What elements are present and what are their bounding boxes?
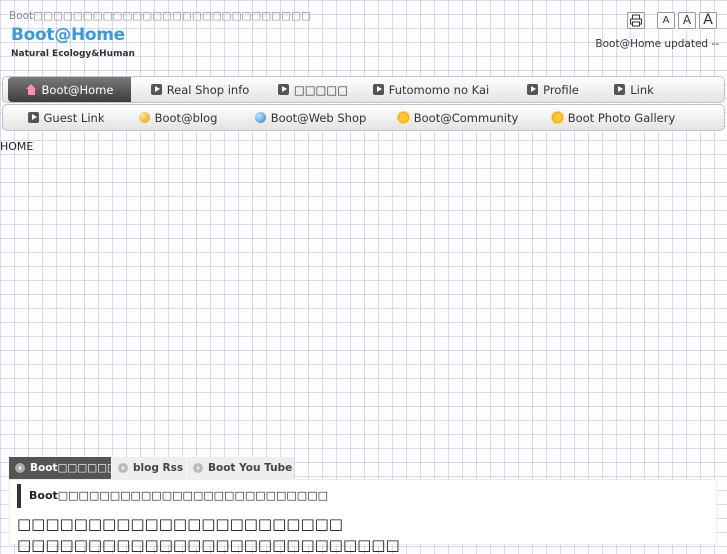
- play-icon: [150, 84, 162, 95]
- nav-item-boot-blog[interactable]: Boot@blog: [133, 105, 223, 130]
- play-icon: [527, 84, 539, 95]
- nav-item-real-shop-info[interactable]: Real Shop info: [141, 77, 259, 102]
- font-size-small-button[interactable]: A: [657, 12, 675, 29]
- site-tagline: Boot□□□□□□□□□□□□□□□□□□□□□□□□□□□□: [9, 10, 311, 22]
- play-circle-icon: [193, 463, 203, 473]
- nav-item-label: Boot@blog: [154, 110, 218, 125]
- play-circle-icon: [118, 463, 128, 473]
- nav-item-label: Guest Link: [43, 110, 105, 125]
- play-icon: [372, 84, 384, 95]
- site-subtitle: Natural Ecology&Human: [11, 49, 135, 59]
- tab-boot-news[interactable]: Boot□□□□□□□□: [9, 457, 137, 479]
- main-nav-row-1: Boot@Home Real Shop info □□□□□ Futomomo …: [2, 76, 725, 103]
- sun-icon: [551, 112, 563, 123]
- nav-item-label: Boot@Home: [41, 82, 114, 97]
- moon-icon: [138, 112, 150, 123]
- main-nav-row-2: Guest Link Boot@blog Boot@Web Shop Boot@…: [2, 104, 725, 131]
- breadcrumb[interactable]: HOME: [0, 140, 33, 153]
- nav-item-profile[interactable]: Profile: [515, 77, 591, 102]
- nav-item-label: Futomomo no Kai: [388, 82, 490, 97]
- nav-item-3[interactable]: □□□□□: [273, 77, 353, 102]
- nav-item-boot-home[interactable]: Boot@Home: [8, 77, 131, 102]
- nav-item-label: Boot Photo Gallery: [567, 110, 676, 125]
- nav-item-label: □□□□□: [293, 82, 349, 97]
- updated-notice: Boot@Home updated --: [595, 38, 719, 50]
- print-button[interactable]: [627, 12, 645, 29]
- tab-label: blog Rss: [133, 462, 184, 474]
- nav-item-boot-community[interactable]: Boot@Community: [393, 105, 523, 130]
- play-icon: [614, 84, 626, 95]
- tab-blog-rss[interactable]: blog Rss: [112, 457, 186, 479]
- play-icon: [277, 84, 289, 95]
- tab-label: Boot You Tube: [208, 462, 293, 474]
- nav-item-label: Real Shop info: [166, 82, 250, 97]
- article-heading[interactable]: □□□□□□□□□□□□□□□□□□□□□□□: [17, 515, 343, 533]
- site-logo[interactable]: Boot@Home: [11, 25, 125, 45]
- article-heading[interactable]: □□□□□□□□□□□□□□□□□□□□□□□□□□□: [17, 536, 400, 554]
- sun-icon: [397, 112, 409, 123]
- panel-heading: Boot□□□□□□□□□□□□□□□□□□□□□□□□□□: [17, 484, 328, 508]
- nav-item-boot-web-shop[interactable]: Boot@Web Shop: [248, 105, 373, 130]
- nav-item-label: Boot@Web Shop: [270, 110, 367, 125]
- nav-item-label: Link: [630, 82, 654, 97]
- font-size-medium-button[interactable]: A: [678, 12, 696, 29]
- play-circle-icon: [15, 463, 25, 473]
- printer-icon: [630, 14, 642, 27]
- nav-item-link[interactable]: Link: [607, 77, 661, 102]
- nav-item-futomomo-no-kai[interactable]: Futomomo no Kai: [368, 77, 494, 102]
- home-icon: [25, 84, 37, 95]
- tab-boot-youtube[interactable]: Boot You Tube: [187, 457, 294, 479]
- nav-item-guest-link[interactable]: Guest Link: [21, 105, 111, 130]
- play-icon: [27, 112, 39, 123]
- nav-item-label: Profile: [543, 82, 579, 97]
- nav-item-label: Boot@Community: [413, 110, 519, 125]
- globe-icon: [254, 112, 266, 123]
- nav-item-boot-photo-gallery[interactable]: Boot Photo Gallery: [546, 105, 681, 130]
- font-size-large-button[interactable]: A: [699, 12, 717, 29]
